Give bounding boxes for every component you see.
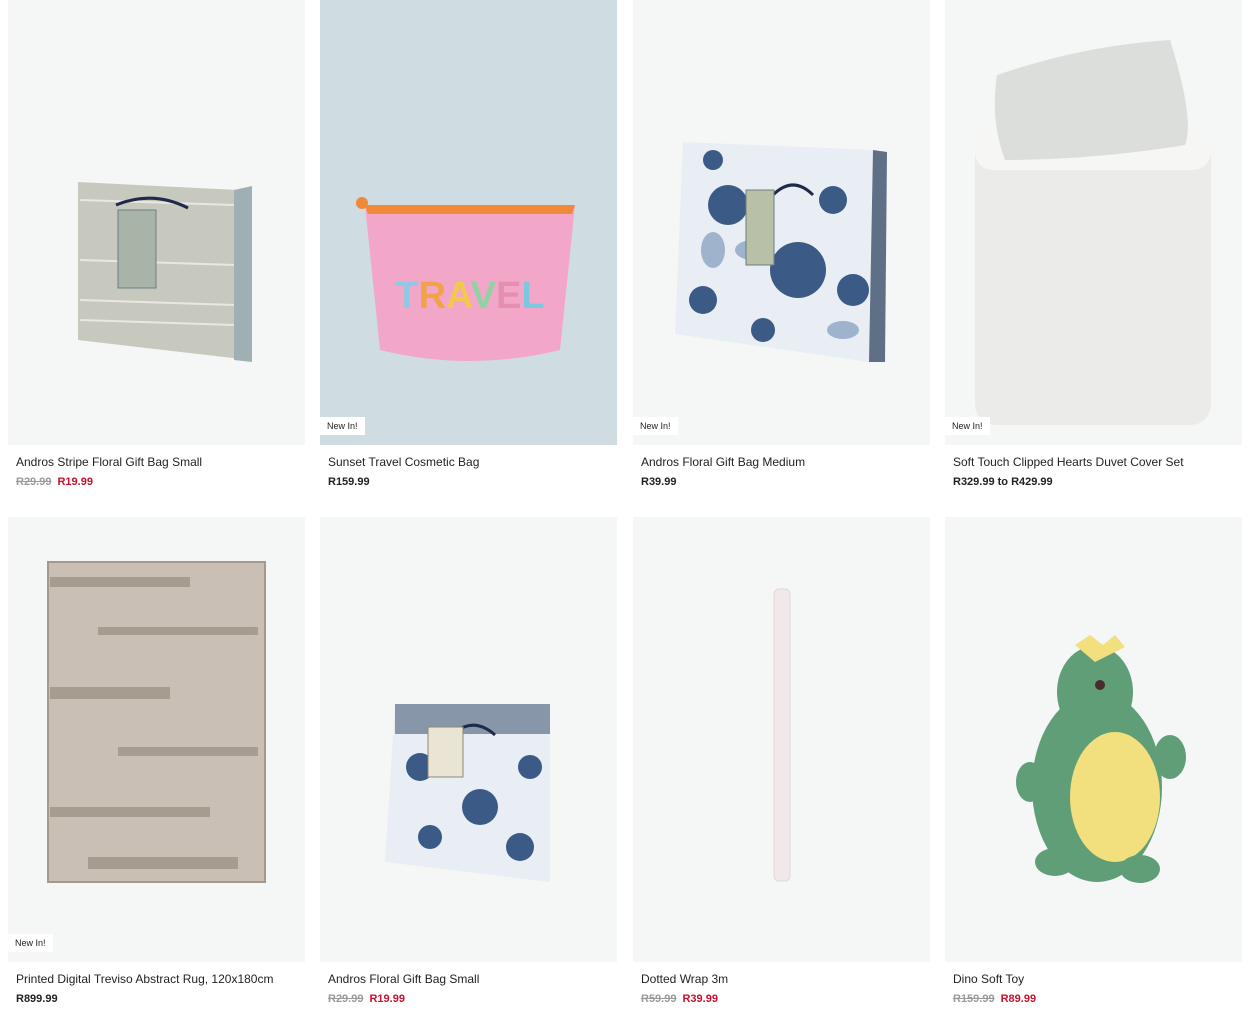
original-price: R29.99 [16, 476, 52, 488]
product-card[interactable]: New In! Andros Floral Gift Bag Medium R3… [633, 0, 930, 489]
regular-price: R39.99 [641, 476, 677, 488]
product-grid: Andros Stripe Floral Gift Bag Small R29.… [0, 0, 1250, 1034]
product-name[interactable]: Dino Soft Toy [953, 972, 1242, 986]
product-image[interactable]: New In! [8, 517, 305, 962]
sale-price: R19.99 [57, 476, 93, 488]
regular-price: R159.99 [328, 476, 370, 488]
product-name[interactable]: Sunset Travel Cosmetic Bag [328, 455, 617, 469]
product-name[interactable]: Dotted Wrap 3m [641, 972, 930, 986]
rug-image [47, 561, 266, 883]
original-price: R159.99 [953, 993, 995, 1005]
cosmetic-bag-image: TRAVEL [356, 197, 575, 361]
gift-bag-stripe-image [78, 182, 252, 362]
new-in-badge: New In! [633, 417, 678, 435]
duvet-cover-image [975, 40, 1211, 425]
product-price: R899.99 [16, 992, 305, 1006]
gift-bag-floral-small-image [385, 704, 550, 882]
product-image[interactable]: New In! [945, 0, 1242, 445]
sale-price: R19.99 [369, 993, 405, 1005]
product-card[interactable]: Dino Soft Toy R159.99 R89.99 [945, 517, 1242, 1006]
product-price: R59.99 R39.99 [641, 992, 930, 1006]
product-card[interactable]: Andros Floral Gift Bag Small R29.99 R19.9… [320, 517, 617, 1006]
new-in-badge: New In! [8, 934, 53, 952]
product-image[interactable]: New In! [633, 0, 930, 445]
product-image[interactable] [320, 517, 617, 962]
original-price: R29.99 [328, 993, 364, 1005]
gift-bag-floral-image [675, 142, 887, 362]
new-in-badge: New In! [320, 417, 365, 435]
product-price: R39.99 [641, 475, 930, 489]
product-price: R159.99 R89.99 [953, 992, 1242, 1006]
sale-price: R39.99 [682, 993, 718, 1005]
product-price: R329.99 to R429.99 [953, 475, 1242, 489]
product-name[interactable]: Andros Floral Gift Bag Small [328, 972, 617, 986]
product-image[interactable] [633, 517, 930, 962]
dino-toy-image [1016, 635, 1186, 883]
regular-price: R329.99 to R429.99 [953, 476, 1053, 488]
product-image[interactable] [8, 0, 305, 445]
product-name[interactable]: Andros Floral Gift Bag Medium [641, 455, 930, 469]
wrap-roll-image [773, 588, 791, 882]
product-card[interactable]: New In! Printed Digital Treviso Abstract… [8, 517, 305, 1006]
product-card[interactable]: Dotted Wrap 3m R59.99 R39.99 [633, 517, 930, 1006]
product-card[interactable]: TRAVEL New In! Sunset Travel Cosmetic Ba… [320, 0, 617, 489]
sale-price: R89.99 [1000, 993, 1037, 1005]
product-card[interactable]: Andros Stripe Floral Gift Bag Small R29.… [8, 0, 305, 489]
product-image[interactable]: TRAVEL New In! [320, 0, 617, 445]
original-price: R59.99 [641, 993, 677, 1005]
product-price: R29.99 R19.99 [16, 475, 305, 489]
product-price: R159.99 [328, 475, 617, 489]
regular-price: R899.99 [16, 993, 58, 1005]
product-image[interactable] [945, 517, 1242, 962]
product-name[interactable]: Printed Digital Treviso Abstract Rug, 12… [16, 972, 305, 986]
travel-print: TRAVEL [395, 275, 544, 317]
new-in-badge: New In! [945, 417, 990, 435]
product-price: R29.99 R19.99 [328, 992, 617, 1006]
product-name[interactable]: Soft Touch Clipped Hearts Duvet Cover Se… [953, 455, 1242, 469]
product-card[interactable]: New In! Soft Touch Clipped Hearts Duvet … [945, 0, 1242, 489]
product-name[interactable]: Andros Stripe Floral Gift Bag Small [16, 455, 305, 469]
